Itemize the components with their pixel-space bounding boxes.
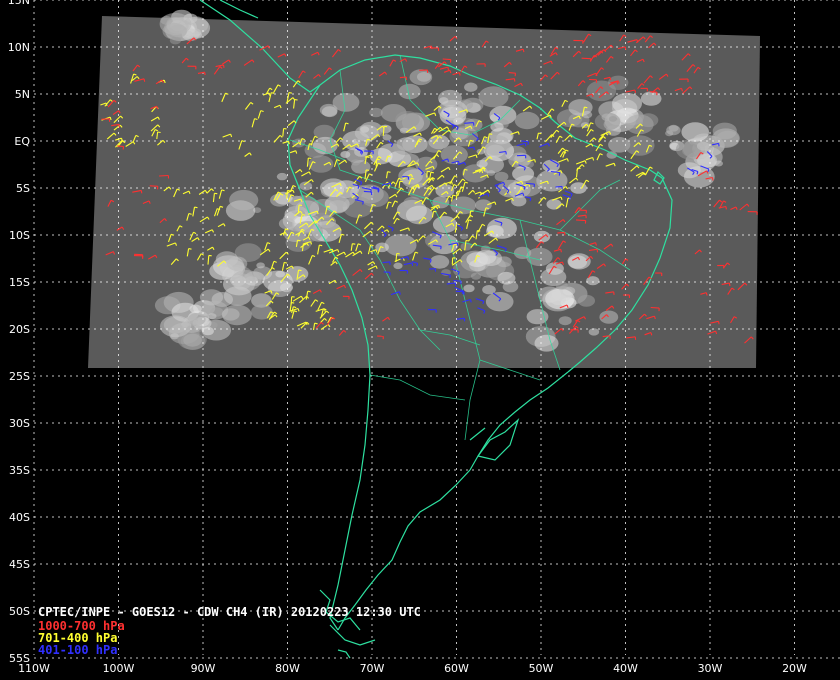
cloud-blob: [182, 319, 202, 334]
cloud-blob: [369, 107, 383, 118]
cloud-blob: [319, 103, 338, 117]
cloud-blob: [494, 171, 509, 182]
cloud-blob: [567, 253, 591, 270]
lon-label: 70W: [360, 662, 385, 675]
lon-label: 90W: [191, 662, 216, 675]
cloud-blob: [221, 308, 240, 321]
cloud-blob: [424, 139, 444, 153]
legend-high-level: 401-100 hPa: [38, 643, 117, 657]
cloud-blob: [256, 262, 265, 269]
lat-label: EQ: [14, 135, 30, 148]
lat-label: 5S: [16, 182, 30, 195]
cloud-blob: [223, 286, 252, 306]
lon-label: 20W: [782, 662, 807, 675]
lat-label: 20S: [9, 323, 30, 336]
cloud-blob: [470, 272, 482, 280]
cloud-blob: [497, 271, 516, 285]
cloud-blob: [534, 334, 559, 352]
cloud-blob: [697, 153, 718, 168]
cloud-blob: [545, 288, 575, 310]
cloud-blob: [677, 162, 701, 179]
cloud-blob: [526, 247, 553, 267]
cloud-blob: [594, 112, 621, 131]
lat-label: 10N: [8, 41, 30, 54]
cloud-blob: [568, 99, 593, 116]
lon-label: 40W: [613, 662, 638, 675]
cloud-blob: [299, 181, 313, 191]
cloud-blob: [393, 262, 403, 270]
lat-label: 25S: [9, 370, 30, 383]
cloud-blob: [251, 304, 273, 320]
cloud-blob: [696, 141, 710, 151]
satellite-wind-map: 110W 100W 90W 80W 70W 60W 50W 40W 30W 20W15N10N5N…: [0, 0, 840, 680]
lat-label: 5N: [15, 88, 30, 101]
cloud-blob: [351, 159, 361, 166]
cloud-blob: [202, 326, 214, 336]
lat-label: 15S: [9, 276, 30, 289]
lon-label: 30W: [698, 662, 723, 675]
cloud-blob: [711, 128, 740, 148]
cloud-blob: [558, 316, 572, 326]
cloud-blob: [382, 134, 392, 141]
cloud-blob: [681, 122, 709, 142]
cloud-blob: [308, 155, 334, 173]
cloud-blob: [229, 189, 259, 211]
lon-label: 80W: [275, 662, 300, 675]
lon-label: 100W: [103, 662, 135, 675]
caption-title: CPTEC/INPE - GOES12 - CDW CH4 (IR) 20120…: [38, 605, 421, 619]
cloud-blob: [464, 82, 478, 92]
cloud-blob: [405, 205, 433, 225]
cloud-blob: [463, 284, 475, 293]
lon-label: 60W: [444, 662, 469, 675]
lat-label: 30S: [9, 417, 30, 430]
cloud-blob: [512, 166, 535, 182]
cloud-blob: [276, 172, 288, 181]
cloud-blob: [384, 234, 417, 257]
cloud-blob: [546, 199, 562, 210]
cloud-blob: [409, 69, 433, 86]
lon-label: 50W: [529, 662, 554, 675]
cloud-blob: [666, 125, 681, 136]
lat-label: 40S: [9, 511, 30, 524]
cloud-blob: [429, 255, 450, 269]
cloud-blob: [599, 310, 619, 324]
cloud-blob: [514, 111, 540, 130]
cloud-blob: [485, 292, 514, 312]
cloud-blob: [486, 217, 517, 239]
lat-label: 45S: [9, 558, 30, 571]
lat-label: 55S: [9, 652, 30, 665]
cloud-blob: [292, 221, 323, 243]
cloud-blob: [438, 99, 468, 121]
cloud-blob: [479, 250, 502, 266]
lat-label: 10S: [9, 229, 30, 242]
cloud-blob: [159, 12, 192, 36]
cloud-blob: [478, 86, 509, 108]
cloud-blob: [440, 145, 468, 165]
lat-label: 35S: [9, 464, 30, 477]
lat-label: 50S: [9, 605, 30, 618]
lat-label: 15N: [8, 0, 30, 7]
cloud-blob: [555, 281, 568, 290]
cloud-blob: [577, 294, 596, 307]
cloud-blob: [354, 124, 379, 142]
cloud-blob: [395, 111, 420, 129]
cloud-blob: [475, 199, 492, 211]
